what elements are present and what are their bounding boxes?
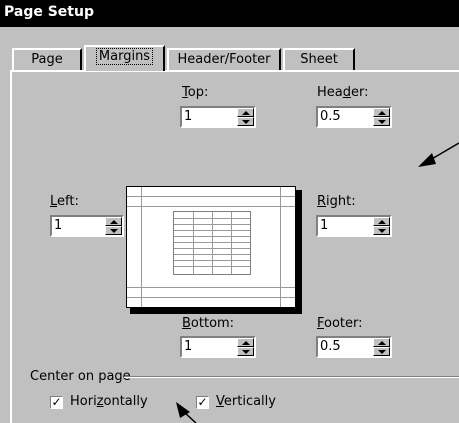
spin-down-icon xyxy=(378,120,386,124)
grid-col-line xyxy=(212,212,213,274)
check-icon: ✓ xyxy=(197,395,208,409)
footer-spinner[interactable]: 0.5 xyxy=(316,336,392,358)
left-spin-down-button[interactable] xyxy=(105,226,122,235)
top-value[interactable]: 1 xyxy=(184,109,192,125)
window-title: Page Setup xyxy=(4,4,94,20)
left-label: Left: xyxy=(50,194,79,209)
tab-header-footer-label: Header/Footer xyxy=(177,52,271,67)
horizontally-checkbox[interactable]: ✓ xyxy=(50,396,63,409)
bottom-spinner[interactable]: 1 xyxy=(180,336,256,358)
spin-down-icon xyxy=(242,350,250,354)
title-bar: Page Setup xyxy=(0,0,459,27)
top-spinner[interactable]: 1 xyxy=(180,106,256,128)
footer-margin-line xyxy=(127,297,295,298)
bottom-value[interactable]: 1 xyxy=(184,339,192,355)
footer-value[interactable]: 0.5 xyxy=(320,339,341,355)
page-setup-dialog: Page Margins Header/Footer Sheet Top: 1 … xyxy=(0,27,459,423)
top-spin-up-button[interactable] xyxy=(237,108,254,117)
header-margin-line xyxy=(127,196,295,197)
vertically-label[interactable]: Vertically xyxy=(216,394,276,410)
grid-row-line xyxy=(174,236,250,237)
tab-page[interactable]: Page xyxy=(12,48,82,70)
vertically-checkbox[interactable]: ✓ xyxy=(196,396,209,409)
grid-row-line xyxy=(174,230,250,231)
left-spinner[interactable]: 1 xyxy=(50,215,124,237)
grid-row-line xyxy=(174,266,250,267)
bottom-margin-line xyxy=(127,287,295,288)
print-area-grid xyxy=(173,211,251,275)
tab-margins-label: Margins xyxy=(95,48,154,65)
group-divider xyxy=(124,376,459,378)
header-value[interactable]: 0.5 xyxy=(320,109,341,125)
spin-up-icon xyxy=(378,341,386,345)
left-spin-up-button[interactable] xyxy=(105,217,122,226)
bottom-spin-up-button[interactable] xyxy=(237,338,254,347)
left-value[interactable]: 1 xyxy=(54,218,62,234)
grid-row-line xyxy=(174,224,250,225)
top-margin-line xyxy=(127,206,295,207)
grid-row-line xyxy=(174,254,250,255)
footer-label: Footer: xyxy=(317,316,363,331)
right-label: Right: xyxy=(317,194,356,209)
spin-down-icon xyxy=(110,229,118,233)
grid-row-line xyxy=(174,248,250,249)
spin-down-icon xyxy=(378,350,386,354)
spin-up-icon xyxy=(242,111,250,115)
spin-up-icon xyxy=(378,111,386,115)
right-spin-down-button[interactable] xyxy=(373,226,390,235)
spin-up-icon xyxy=(242,341,250,345)
right-spin-up-button[interactable] xyxy=(373,217,390,226)
top-label: Top: xyxy=(182,85,209,100)
preview-paper xyxy=(126,186,296,308)
page-preview xyxy=(126,186,302,314)
tab-sheet-label: Sheet xyxy=(300,52,338,67)
header-spin-down-button[interactable] xyxy=(373,117,390,126)
right-spinner[interactable]: 1 xyxy=(316,215,392,237)
right-value[interactable]: 1 xyxy=(320,218,328,234)
bottom-spin-down-button[interactable] xyxy=(237,347,254,356)
spin-down-icon xyxy=(378,229,386,233)
bottom-label: Bottom: xyxy=(182,316,235,331)
tab-page-label: Page xyxy=(31,52,63,67)
grid-col-line xyxy=(231,212,232,274)
top-spin-down-button[interactable] xyxy=(237,117,254,126)
spin-up-icon xyxy=(110,220,118,224)
tab-header-footer[interactable]: Header/Footer xyxy=(167,48,281,70)
grid-col-line xyxy=(193,212,194,274)
header-label: Header: xyxy=(317,85,369,100)
grid-row-line xyxy=(174,218,250,219)
center-on-page-label: Center on page xyxy=(30,369,131,384)
header-spin-up-button[interactable] xyxy=(373,108,390,117)
tab-margins[interactable]: Margins xyxy=(84,45,165,71)
footer-spin-down-button[interactable] xyxy=(373,347,390,356)
spin-up-icon xyxy=(378,220,386,224)
check-icon: ✓ xyxy=(51,395,62,409)
grid-row-line xyxy=(174,242,250,243)
horizontally-label[interactable]: Horizontally xyxy=(70,394,148,410)
spin-down-icon xyxy=(242,120,250,124)
footer-spin-up-button[interactable] xyxy=(373,338,390,347)
grid-row-line xyxy=(174,260,250,261)
tab-sheet[interactable]: Sheet xyxy=(283,48,355,70)
left-margin-line xyxy=(141,187,142,307)
right-margin-line xyxy=(280,187,281,307)
header-spinner[interactable]: 0.5 xyxy=(316,106,392,128)
